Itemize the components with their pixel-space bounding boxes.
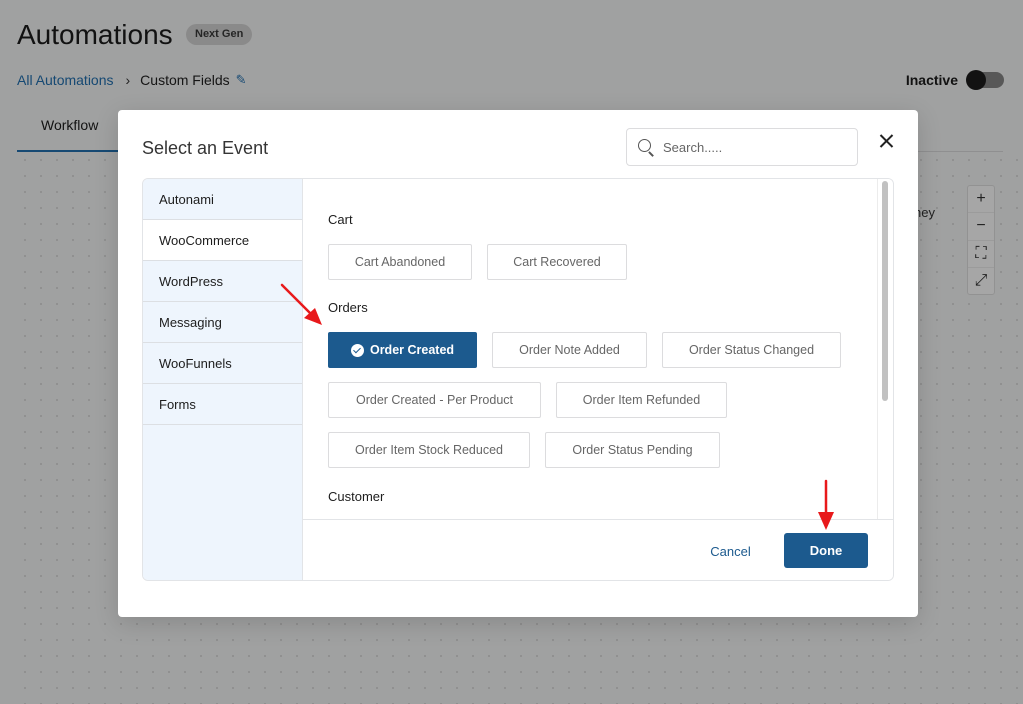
close-icon[interactable]: [876, 130, 898, 152]
event-order-created-label: Order Created: [369, 343, 455, 357]
search-box: [626, 128, 858, 166]
event-cart-recovered[interactable]: Cart Recovered: [487, 244, 627, 280]
category-forms[interactable]: Forms: [143, 384, 302, 425]
group-label-customer: Customer: [328, 489, 385, 504]
modal-footer: Cancel Done: [303, 519, 893, 580]
search-icon: [637, 138, 655, 156]
event-cart-abandoned[interactable]: Cart Abandoned: [328, 244, 472, 280]
category-sidebar: Autonami WooCommerce WordPress Messaging…: [143, 179, 303, 580]
events-scrollbar[interactable]: [877, 179, 893, 519]
event-order-created-per-product[interactable]: Order Created - Per Product: [328, 382, 541, 418]
cancel-button[interactable]: Cancel: [693, 534, 768, 568]
group-label-orders: Orders: [328, 300, 368, 315]
done-button[interactable]: Done: [784, 533, 868, 568]
event-order-status-pending[interactable]: Order Status Pending: [545, 432, 720, 468]
category-autonami[interactable]: Autonami: [143, 179, 302, 220]
category-woocommerce[interactable]: WooCommerce: [143, 220, 302, 261]
event-picker: Autonami WooCommerce WordPress Messaging…: [142, 178, 894, 581]
search-input[interactable]: [663, 139, 843, 155]
modal-title: Select an Event: [142, 138, 269, 158]
scrollbar-thumb[interactable]: [882, 181, 888, 401]
event-order-note-added[interactable]: Order Note Added: [492, 332, 647, 368]
category-woofunnels[interactable]: WooFunnels: [143, 343, 302, 384]
event-order-status-changed[interactable]: Order Status Changed: [662, 332, 841, 368]
check-circle-icon: [350, 343, 364, 357]
group-label-cart: Cart: [328, 212, 353, 227]
events-pane: Cart Cart Abandoned Cart Recovered Order…: [303, 179, 877, 519]
select-event-modal: Select an Event Autonami WooCommerce Wor…: [118, 110, 918, 617]
event-order-created[interactable]: Order Created: [328, 332, 477, 368]
category-messaging[interactable]: Messaging: [143, 302, 302, 343]
category-wordpress[interactable]: WordPress: [143, 261, 302, 302]
event-order-item-stock-reduced[interactable]: Order Item Stock Reduced: [328, 432, 530, 468]
event-order-item-refunded[interactable]: Order Item Refunded: [556, 382, 727, 418]
